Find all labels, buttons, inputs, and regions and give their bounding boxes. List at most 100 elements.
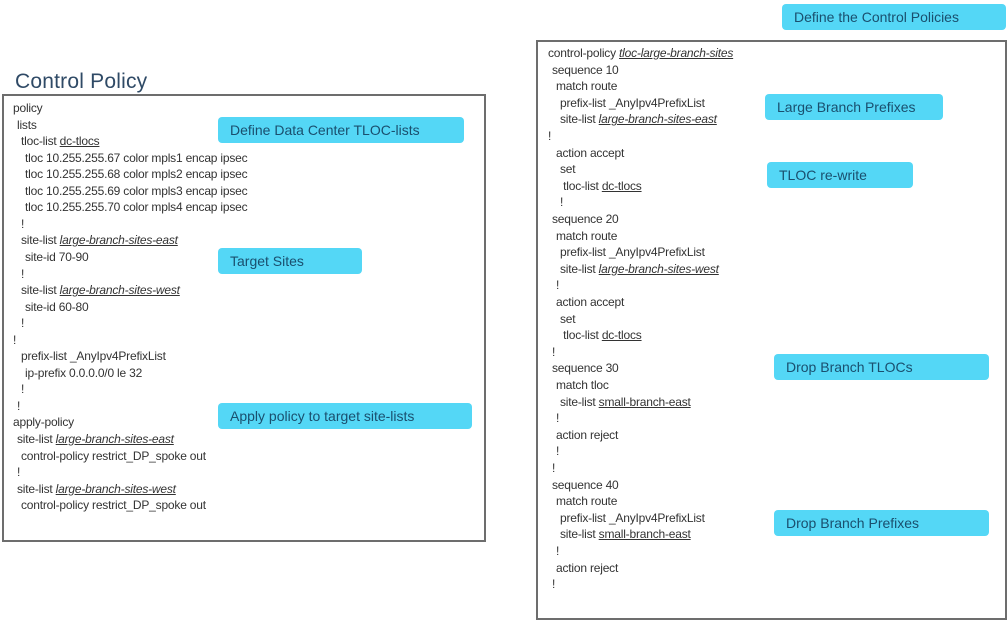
config-reference: tloc-large-branch-sites	[619, 46, 734, 60]
config-text: !	[552, 344, 556, 359]
config-line: !	[21, 216, 24, 232]
config-text: !	[560, 195, 564, 210]
config-text: set	[560, 311, 576, 326]
config-reference: large-branch-sites-west	[59, 283, 180, 298]
config-line: !	[21, 381, 24, 397]
config-text: site-list	[21, 283, 60, 298]
config-line: prefix-list _AnyIpv4PrefixList	[560, 95, 705, 111]
config-line: tloc 10.255.255.67 color mpls1 encap ips…	[25, 150, 248, 166]
config-line: !	[13, 332, 16, 348]
config-text: !	[21, 216, 25, 231]
callout-define-control-policies: Define the Control Policies	[782, 4, 1006, 30]
config-text: tloc-list	[21, 134, 60, 149]
config-text: tloc 10.255.255.69 color mpls3 encap ips…	[25, 183, 248, 198]
policy-config-box: policy lists tloc-list dc-tlocs tloc 10.255…	[2, 94, 486, 542]
config-reference: small-branch-east	[598, 527, 691, 542]
config-text: site-list	[560, 527, 599, 542]
config-text: !	[21, 266, 25, 281]
callout-drop-branch-tlocs: Drop Branch TLOCs	[774, 354, 989, 380]
config-text: !	[21, 382, 25, 397]
config-text: !	[21, 316, 25, 331]
config-text: match route	[556, 228, 618, 243]
config-reference: large-branch-sites-east	[598, 112, 717, 127]
config-line: action reject	[556, 560, 618, 576]
config-line: policy	[13, 100, 43, 116]
config-text: !	[13, 332, 17, 347]
config-line: ip-prefix 0.0.0.0/0 le 32	[25, 365, 142, 381]
config-text: tloc 10.255.255.67 color mpls1 encap ips…	[25, 150, 248, 165]
page-title: Control Policy	[15, 70, 148, 93]
callout-tloc-rewrite: TLOC re-write	[767, 162, 913, 188]
config-text: !	[556, 278, 560, 293]
config-line: prefix-list _AnyIpv4PrefixList	[560, 244, 705, 260]
callout-drop-branch-prefixes: Drop Branch Prefixes	[774, 510, 989, 536]
config-text: set	[560, 162, 576, 177]
config-text: prefix-list _AnyIpv4PrefixList	[21, 349, 166, 364]
config-text: ip-prefix 0.0.0.0/0 le 32	[25, 365, 143, 380]
config-line: !	[556, 443, 559, 459]
config-line: !	[556, 410, 559, 426]
config-text: sequence 40	[552, 477, 619, 492]
config-text: prefix-list _AnyIpv4PrefixList	[560, 510, 705, 525]
config-line: sequence 40	[552, 477, 619, 493]
config-text: !	[17, 465, 21, 480]
config-line: site-list large-branch-sites-west	[17, 481, 176, 497]
config-line: set	[560, 161, 576, 177]
config-line: !	[548, 128, 551, 144]
config-text: control-policy	[548, 46, 620, 60]
config-reference: dc-tlocs	[59, 134, 100, 149]
config-reference: dc-tlocs	[601, 178, 642, 193]
callout-apply-policy: Apply policy to target site-lists	[218, 403, 472, 429]
config-text: sequence 30	[552, 361, 619, 376]
config-text: !	[548, 129, 552, 143]
config-text: control-policy restrict_DP_spoke out	[21, 498, 206, 513]
config-reference: large-branch-sites-west	[598, 261, 719, 276]
config-line: control-policy restrict_DP_spoke out	[21, 448, 206, 464]
config-text: action reject	[556, 560, 619, 575]
config-line: site-list large-branch-sites-east	[560, 111, 717, 127]
config-line: apply-policy	[13, 414, 74, 430]
config-text: !	[17, 398, 21, 413]
config-line: sequence 20	[552, 211, 619, 227]
config-text: site-list	[17, 481, 56, 496]
config-line: site-list small-branch-east	[560, 526, 691, 542]
config-text: site-id 70-90	[25, 249, 89, 264]
config-line: match route	[556, 78, 617, 94]
config-line: !	[21, 315, 24, 331]
config-line: control-policy tloc-large-branch-sites	[548, 45, 733, 61]
config-line: !	[552, 576, 555, 592]
config-line: site-list large-branch-sites-east	[21, 232, 178, 248]
config-reference: dc-tlocs	[601, 328, 642, 343]
config-line: sequence 10	[552, 62, 619, 78]
config-line: site-list large-branch-sites-west	[21, 282, 180, 298]
config-text: sequence 20	[552, 212, 619, 226]
config-text: tloc 10.255.255.68 color mpls2 encap ips…	[25, 167, 248, 182]
config-text: tloc-list	[560, 328, 602, 343]
config-text: action accept	[556, 145, 625, 160]
config-line: tloc 10.255.255.70 color mpls4 encap ips…	[25, 199, 248, 215]
config-line: site-list large-branch-sites-east	[17, 431, 174, 447]
config-line: action accept	[556, 294, 624, 310]
config-line: match tloc	[556, 377, 609, 393]
config-text: prefix-list _AnyIpv4PrefixList	[560, 245, 705, 260]
config-text: !	[556, 411, 560, 426]
config-line: !	[556, 277, 559, 293]
config-line: site-id 70-90	[25, 249, 89, 265]
config-line: prefix-list _AnyIpv4PrefixList	[560, 510, 705, 526]
config-text: apply-policy	[13, 415, 74, 430]
config-text: policy	[13, 101, 43, 115]
config-line: !	[552, 460, 555, 476]
config-line: site-id 60-80	[25, 299, 89, 315]
config-text: match route	[556, 79, 618, 94]
config-text: site-list	[560, 112, 599, 127]
config-text: match tloc	[556, 378, 609, 392]
config-text: !	[556, 544, 560, 558]
config-text: sequence 10	[552, 62, 619, 77]
config-text: site-list	[21, 233, 60, 248]
config-line: !	[17, 398, 20, 414]
config-line: site-list small-branch-east	[560, 394, 691, 410]
config-reference: small-branch-east	[598, 394, 691, 409]
config-text: action accept	[556, 295, 625, 309]
config-line: !	[556, 543, 559, 559]
config-line: prefix-list _AnyIpv4PrefixList	[21, 348, 166, 364]
